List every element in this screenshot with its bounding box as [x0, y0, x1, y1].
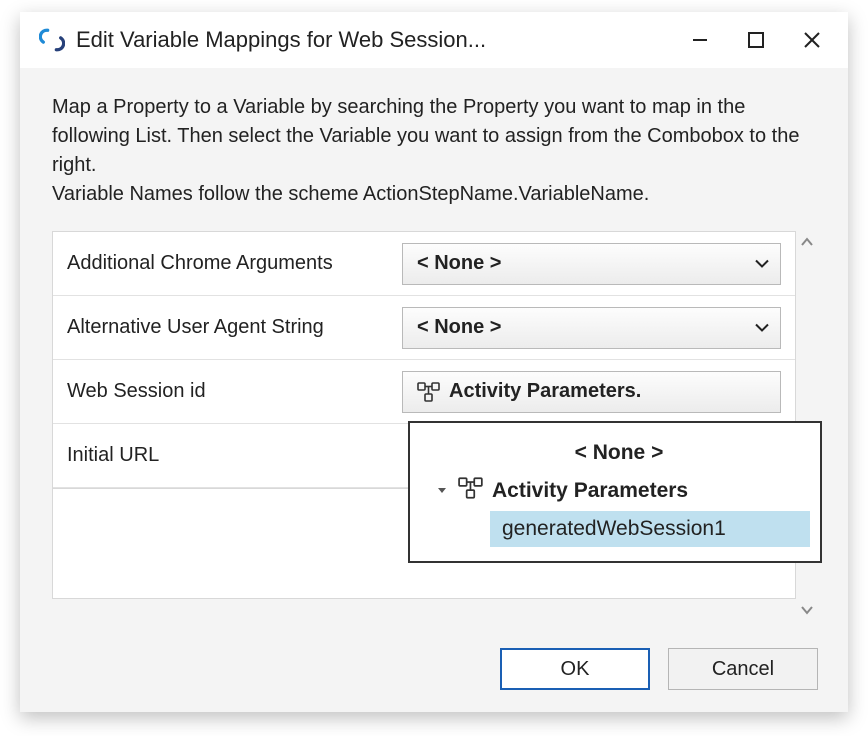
row-web-session-id: Web Session id: [53, 360, 795, 424]
dropdown-option-none[interactable]: < None >: [428, 437, 810, 475]
instructions-line-2: Variable Names follow the scheme ActionS…: [52, 180, 818, 209]
dropdown-group-label: Activity Parameters: [492, 479, 688, 503]
tree-icon: [458, 477, 484, 505]
cancel-button[interactable]: Cancel: [668, 648, 818, 690]
chevron-down-icon: [754, 252, 770, 275]
app-icon: [38, 26, 66, 54]
dropdown-item-generated-web-session-1[interactable]: generatedWebSession1: [490, 511, 810, 547]
instructions: Map a Property to a Variable by searchin…: [52, 93, 818, 209]
combo-value: < None >: [417, 316, 501, 339]
maximize-button[interactable]: [728, 18, 784, 62]
dropdown-group-activity-parameters[interactable]: Activity Parameters: [428, 475, 810, 511]
titlebar: Edit Variable Mappings for Web Session..…: [20, 12, 848, 68]
dialog-window: Edit Variable Mappings for Web Session..…: [20, 12, 848, 712]
row-chrome-args: Additional Chrome Arguments < None >: [53, 232, 795, 296]
combo-user-agent[interactable]: < None >: [402, 307, 781, 349]
dialog-footer: OK Cancel: [20, 636, 848, 712]
variable-dropdown-popup: < None > Activity Param: [408, 421, 822, 563]
dialog-title: Edit Variable Mappings for Web Session..…: [76, 27, 486, 53]
dialog-body: Map a Property to a Variable by searchin…: [20, 68, 848, 636]
scroll-down-button[interactable]: [796, 599, 818, 621]
combo-value: < None >: [417, 252, 501, 275]
label-chrome-args: Additional Chrome Arguments: [67, 252, 402, 275]
combo-chrome-args[interactable]: < None >: [402, 243, 781, 285]
ok-button[interactable]: OK: [500, 648, 650, 690]
label-web-session-id: Web Session id: [67, 380, 402, 403]
property-grid-wrap: Additional Chrome Arguments < None > Alt…: [52, 231, 818, 636]
instructions-line-1: Map a Property to a Variable by searchin…: [52, 93, 818, 180]
label-user-agent: Alternative User Agent String: [67, 316, 402, 339]
scroll-up-button[interactable]: [796, 231, 818, 253]
chevron-down-icon: [754, 316, 770, 339]
combo-value: Activity Parameters.: [449, 380, 641, 403]
tree-icon: [417, 382, 441, 402]
combo-web-session-id[interactable]: Activity Parameters.: [402, 371, 781, 413]
minimize-button[interactable]: [672, 18, 728, 62]
close-button[interactable]: [784, 18, 840, 62]
label-initial-url: Initial URL: [67, 444, 402, 467]
row-user-agent: Alternative User Agent String < None >: [53, 296, 795, 360]
collapse-icon: [434, 485, 450, 497]
